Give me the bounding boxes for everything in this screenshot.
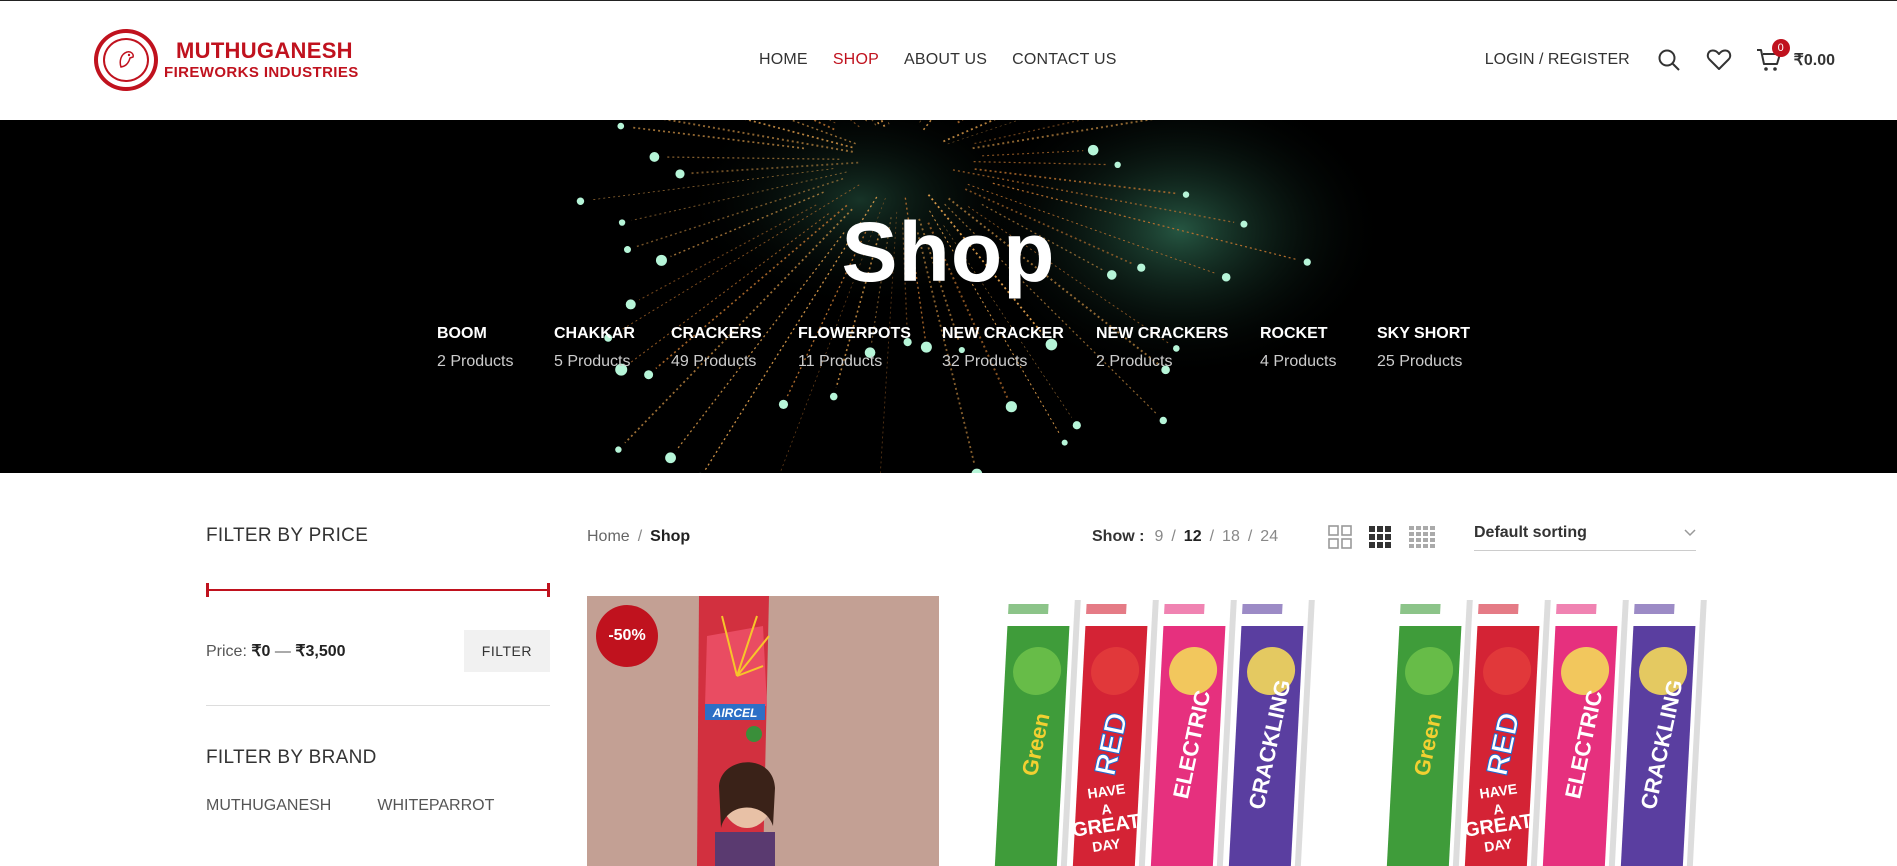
cart-total[interactable]: ₹0.00 <box>1794 50 1835 70</box>
filter-button[interactable]: FILTER <box>463 630 550 672</box>
category-link[interactable]: CHAKKAR 5 Products <box>554 325 671 371</box>
category-name: NEW CRACKER <box>942 325 1064 342</box>
parrot-icon <box>119 51 134 68</box>
price-prefix: Price: <box>206 643 247 660</box>
sort-select[interactable]: Default sorting <box>1474 524 1696 551</box>
category-link[interactable]: NEW CRACKERS 2 Products <box>1096 325 1260 371</box>
per-page-selector: Show :9/12/18/24 <box>1092 528 1279 545</box>
sidebar-divider <box>206 705 550 706</box>
product-card[interactable]: Green RED ELECTRIC CRACKLING HAVE A GREAT DAY <box>1371 596 1723 866</box>
price-slider-min-handle[interactable] <box>206 583 209 597</box>
main-nav: HOME SHOP ABOUT US CONTACT US <box>759 51 1142 69</box>
header-actions: LOGIN / REGISTER 0 ₹0.00 <box>1485 39 1835 73</box>
nav-shop[interactable]: SHOP <box>833 51 879 69</box>
price-range-slider[interactable] <box>206 583 550 597</box>
nav-home[interactable]: HOME <box>759 51 808 69</box>
chevron-down-icon <box>1684 529 1696 537</box>
sort-selected-value: Default sorting <box>1474 524 1587 541</box>
show-option-18[interactable]: 18 <box>1222 528 1240 545</box>
category-name: NEW CRACKERS <box>1096 325 1229 342</box>
price-min-value: ₹0 <box>251 643 271 660</box>
breadcrumb-separator: / <box>637 528 643 545</box>
page-title: Shop <box>841 205 1056 299</box>
category-name: SKY SHORT <box>1377 325 1471 342</box>
category-link[interactable]: CRACKERS 49 Products <box>671 325 798 371</box>
category-name: ROCKET <box>1260 325 1328 342</box>
login-register-link[interactable]: LOGIN / REGISTER <box>1485 51 1630 69</box>
shop-hero-banner: Shop BOOM 2 Products CHAKKAR 5 Products CRAC… <box>0 120 1897 473</box>
category-name: BOOM <box>437 325 487 342</box>
product-grid: -50% AIRCEL Green RED ELECTRIC CRACKLING HAV… <box>587 596 1723 866</box>
breadcrumb-home[interactable]: Home <box>587 528 630 545</box>
show-option-9[interactable]: 9 <box>1154 528 1163 545</box>
breadcrumb-current: Shop <box>650 528 691 545</box>
price-slider-track <box>206 589 550 591</box>
category-link[interactable]: BOOM 2 Products <box>437 325 554 371</box>
cart-count-badge: 0 <box>1771 39 1790 57</box>
price-range-label: Price: ₹0 — ₹3,500 <box>206 641 346 661</box>
show-option-12[interactable]: 12 <box>1184 528 1202 545</box>
logo-subtitle: FIREWORKS INDUSTRIES <box>164 64 359 81</box>
filter-by-brand-heading: FILTER BY BRAND <box>206 747 377 768</box>
cart-icon[interactable]: 0 <box>1756 39 1790 73</box>
product-image-sparkler-pack[interactable]: Green RED ELECTRIC CRACKLINGHAVEAGREATDAY <box>1371 596 1723 866</box>
site-logo[interactable]: MUTHUGANESH FIREWORKS INDUSTRIES <box>94 29 359 91</box>
category-product-count: 11 Products <box>798 353 883 370</box>
category-product-count: 32 Products <box>942 353 1028 370</box>
shop-sidebar: FILTER BY PRICE Price: ₹0 — ₹3,500 FILTE… <box>206 525 550 815</box>
price-max-value: ₹3,500 <box>295 643 346 660</box>
nav-about-us[interactable]: ABOUT US <box>904 51 987 69</box>
show-option-24[interactable]: 24 <box>1260 528 1278 545</box>
category-product-count: 49 Products <box>671 353 757 370</box>
grid-2-columns-icon[interactable] <box>1328 525 1352 554</box>
sale-badge: -50% <box>596 605 658 667</box>
category-product-count: 5 Products <box>554 353 631 370</box>
show-label: Show : <box>1092 528 1145 545</box>
category-product-count: 4 Products <box>1260 353 1337 370</box>
category-link[interactable]: ROCKET 4 Products <box>1260 325 1377 371</box>
price-slider-max-handle[interactable] <box>547 583 550 597</box>
grid-3-columns-icon[interactable] <box>1368 525 1392 554</box>
category-link[interactable]: NEW CRACKER 32 Products <box>942 325 1096 371</box>
site-header: MUTHUGANESH FIREWORKS INDUSTRIES HOME SH… <box>0 1 1897 120</box>
brand-list: MUTHUGANESH WHITEPARROT <box>206 797 550 815</box>
grid-4-columns-icon[interactable] <box>1408 525 1436 554</box>
category-link[interactable]: FLOWERPOTS 11 Products <box>798 325 942 371</box>
category-link[interactable]: SKY SHORT 25 Products <box>1377 325 1477 371</box>
product-card[interactable]: Green RED ELECTRIC CRACKLING HAVE A GREAT DAY <box>979 596 1331 866</box>
logo-title: MUTHUGANESH <box>176 38 353 63</box>
product-image-sparkler-pack[interactable]: Green RED ELECTRIC CRACKLINGHAVEAGREATDAY <box>979 596 1331 866</box>
brand-link-whiteparrot[interactable]: WHITEPARROT <box>377 797 494 815</box>
category-product-count: 2 Products <box>437 353 514 370</box>
search-icon[interactable] <box>1656 47 1682 73</box>
product-card[interactable]: -50% AIRCEL <box>587 596 939 866</box>
category-name: CRACKERS <box>671 325 762 342</box>
wishlist-heart-icon[interactable] <box>1706 47 1732 73</box>
price-dash: — <box>274 643 291 660</box>
category-name: FLOWERPOTS <box>798 325 911 342</box>
parrot-logo-badge <box>94 29 158 91</box>
nav-contact-us[interactable]: CONTACT US <box>1012 51 1117 69</box>
shop-toolbar: Home / Shop Show :9/12/18/24 Default sorti… <box>587 524 1897 554</box>
category-product-count: 25 Products <box>1377 353 1463 370</box>
brand-link-muthuganesh[interactable]: MUTHUGANESH <box>206 797 331 815</box>
filter-by-price-heading: FILTER BY PRICE <box>206 525 369 546</box>
category-product-count: 2 Products <box>1096 353 1173 370</box>
category-name: CHAKKAR <box>554 325 635 342</box>
pack-aircel-text: AIRCEL <box>712 706 758 720</box>
category-links: BOOM 2 Products CHAKKAR 5 Products CRACKERS 4… <box>437 325 1477 371</box>
grid-view-switcher <box>1328 525 1436 554</box>
breadcrumb: Home / Shop <box>587 528 690 546</box>
